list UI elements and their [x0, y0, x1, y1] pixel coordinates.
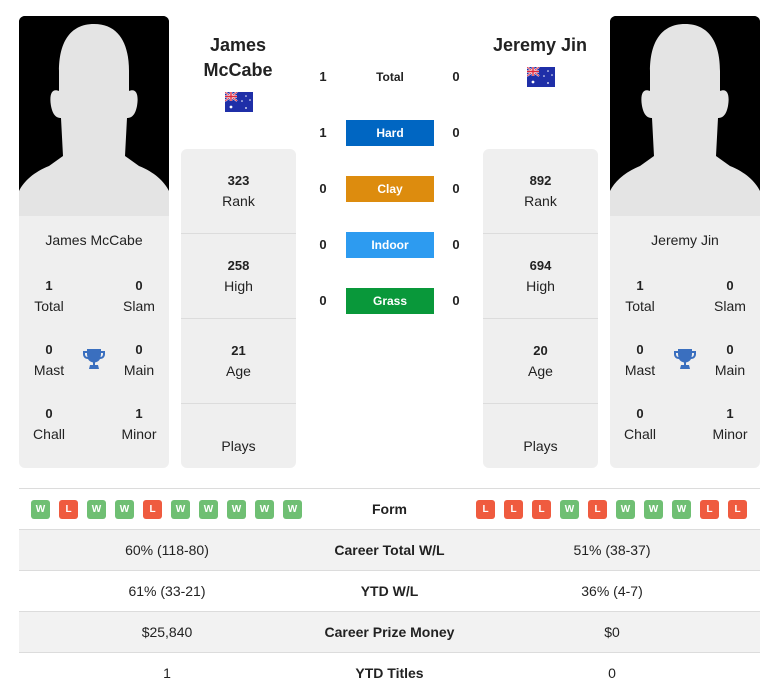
- player2-stats-panel: 892 Rank 694 High 20 Age Plays: [483, 149, 598, 468]
- player1-titles-slam: 0 Slam: [123, 278, 155, 314]
- player1-titles-mast: 0 Mast: [33, 342, 65, 378]
- player2-name[interactable]: Jeremy Jin: [470, 33, 610, 58]
- form-loss-badge[interactable]: L: [476, 500, 495, 519]
- table-row-ytd-titles: 1 YTD Titles 0: [19, 653, 760, 694]
- h2h-grass-row: 0 Grass 0: [300, 288, 480, 314]
- h2h-total-p1: 1: [319, 69, 327, 84]
- h2h-indoor-p1: 0: [319, 237, 327, 252]
- form-win-badge[interactable]: W: [560, 500, 579, 519]
- player2-titles-slam: 0 Slam: [714, 278, 746, 314]
- form-win-badge[interactable]: W: [283, 500, 302, 519]
- row-label: Career Prize Money: [324, 624, 455, 640]
- form-win-badge[interactable]: W: [115, 500, 134, 519]
- player2-value: $0: [604, 624, 620, 640]
- surface-hard-badge[interactable]: Hard: [346, 120, 434, 146]
- row-label: Career Total W/L: [334, 542, 445, 558]
- player2-titles-mast: 0 Mast: [624, 342, 656, 378]
- form-row: WLWWLWWWWW Form LLLWLWWWLL: [19, 489, 760, 529]
- h2h-indoor-p2: 0: [452, 237, 460, 252]
- h2h-indoor-row: 0 Indoor 0: [300, 232, 480, 258]
- player1-age: 21 Age: [181, 319, 296, 404]
- row-label: YTD W/L: [360, 583, 419, 599]
- player1-titles-chall: 0 Chall: [33, 406, 65, 442]
- player2-value: 36% (4-7): [581, 583, 643, 599]
- form-win-badge[interactable]: W: [672, 500, 691, 519]
- player1-photo: [19, 16, 169, 216]
- h2h-total-label: Total: [376, 70, 404, 84]
- form-label: Form: [372, 501, 407, 517]
- surface-grass-badge[interactable]: Grass: [346, 288, 434, 314]
- australia-flag-icon: [527, 67, 555, 87]
- form-loss-badge[interactable]: L: [143, 500, 162, 519]
- row-label: YTD Titles: [355, 665, 424, 681]
- player2-rank: 892 Rank: [483, 149, 598, 234]
- form-win-badge[interactable]: W: [87, 500, 106, 519]
- form-loss-badge[interactable]: L: [588, 500, 607, 519]
- surface-indoor-badge[interactable]: Indoor: [346, 232, 434, 258]
- form-loss-badge[interactable]: L: [700, 500, 719, 519]
- h2h-clay-p2: 0: [452, 181, 460, 196]
- table-row-ytd-wl: 61% (33-21) YTD W/L 36% (4-7): [19, 571, 760, 612]
- player1-value: $25,840: [141, 624, 193, 640]
- player1-stats-panel: 323 Rank 258 High 21 Age Plays: [181, 149, 296, 468]
- form-win-badge[interactable]: W: [616, 500, 635, 519]
- player1-card-name[interactable]: James McCabe: [19, 232, 169, 248]
- table-row-career-total-wl: 60% (118-80) Career Total W/L 51% (38-37…: [19, 530, 760, 571]
- form-win-badge[interactable]: W: [644, 500, 663, 519]
- player2-value: 51% (38-37): [573, 542, 651, 558]
- h2h-total-p2: 0: [452, 69, 460, 84]
- player1-name[interactable]: James McCabe: [168, 33, 308, 83]
- h2h-total-row: 1 Total 0: [300, 64, 480, 90]
- player1-rank: 323 Rank: [181, 149, 296, 234]
- form-win-badge[interactable]: W: [199, 500, 218, 519]
- player1-value: 60% (118-80): [125, 542, 209, 558]
- h2h-clay-row: 0 Clay 0: [300, 176, 480, 202]
- player1-titles-card: James McCabe 1 Total 0 Slam 0 Mast 0 Main 0C…: [19, 216, 169, 468]
- player1-value: 1: [163, 665, 171, 681]
- trophy-icon: [83, 349, 105, 369]
- form-loss-badge[interactable]: L: [532, 500, 551, 519]
- player1-value: 61% (33-21): [128, 583, 206, 599]
- trophy-icon: [674, 349, 696, 369]
- player2-titles-card: Jeremy Jin 1 Total 0 Slam 0 Mast 0 Main 0 Cha…: [610, 216, 760, 468]
- australia-flag-icon: [225, 92, 253, 112]
- h2h-hard-row: 1 Hard 0: [300, 120, 480, 146]
- form-win-badge[interactable]: W: [227, 500, 246, 519]
- player2-photo: [610, 16, 760, 216]
- player1-titles-total: 1 Total: [34, 278, 64, 314]
- player2-titles-total: 1 Total: [625, 278, 655, 314]
- player2-high: 694 High: [483, 234, 598, 319]
- surface-clay-badge[interactable]: Clay: [346, 176, 434, 202]
- player2-titles-chall: 0 Chall: [624, 406, 656, 442]
- player2-titles-main: 0 Main: [714, 342, 746, 378]
- player2-card-name[interactable]: Jeremy Jin: [610, 232, 760, 248]
- player2-age: 20 Age: [483, 319, 598, 404]
- h2h-grass-p2: 0: [452, 293, 460, 308]
- form-loss-badge[interactable]: L: [728, 500, 747, 519]
- table-row-career-prize-money: $25,840 Career Prize Money $0: [19, 612, 760, 653]
- h2h-clay-p1: 0: [319, 181, 327, 196]
- player2-value: 0: [608, 665, 616, 681]
- h2h-hard-p1: 1: [319, 125, 327, 140]
- player1-titles-main: 0 Main: [123, 342, 155, 378]
- h2h-hard-p2: 0: [452, 125, 460, 140]
- player-silhouette-icon: [19, 16, 169, 216]
- player2-plays: Plays: [523, 438, 558, 454]
- h2h-grass-p1: 0: [319, 293, 327, 308]
- player1-titles-minor: 1 Minor: [121, 406, 157, 442]
- player1-plays: Plays: [221, 438, 256, 454]
- form-win-badge[interactable]: W: [171, 500, 190, 519]
- player-silhouette-icon: [610, 16, 760, 216]
- form-win-badge[interactable]: W: [31, 500, 50, 519]
- form-win-badge[interactable]: W: [255, 500, 274, 519]
- form-loss-badge[interactable]: L: [59, 500, 78, 519]
- player2-titles-minor: 1 Minor: [712, 406, 748, 442]
- form-loss-badge[interactable]: L: [504, 500, 523, 519]
- player1-high: 258 High: [181, 234, 296, 319]
